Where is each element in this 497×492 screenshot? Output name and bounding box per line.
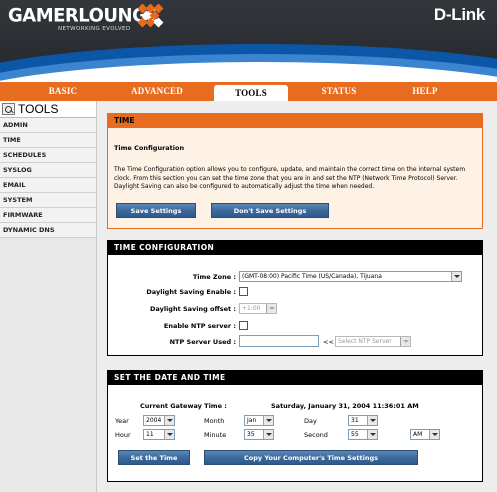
enable-ntp-checkbox[interactable] [239, 321, 248, 330]
time-panel: TIME Time Configuration The Time Configu… [107, 113, 483, 229]
ntp-copy-arrow: << [323, 338, 334, 346]
hour-select[interactable]: 11 [143, 429, 175, 440]
sidebar-item-dynamic-dns[interactable]: DYNAMIC DNS [0, 223, 96, 238]
date-time-title: SET THE DATE AND TIME [108, 371, 482, 385]
sidebar-item-schedules[interactable]: SCHEDULES [0, 148, 96, 163]
sidebar-item-time[interactable]: TIME [0, 133, 96, 148]
gateway-time-value: Saturday, January 31, 2004 11:36:01 AM [271, 402, 419, 410]
enable-ntp-label: Enable NTP server : [163, 322, 236, 330]
chevron-down-icon [266, 304, 276, 313]
chevron-down-icon [429, 430, 439, 439]
copy-computer-time-button[interactable]: Copy Your Computer's Time Settings [204, 450, 418, 465]
sidebar-item-firmware[interactable]: FIRMWARE [0, 208, 96, 223]
tab-tools[interactable]: TOOLS [214, 85, 288, 101]
year-select[interactable]: 2004 [143, 415, 175, 426]
set-the-time-button[interactable]: Set the Time [118, 450, 190, 465]
daylight-saving-offset-label: Daylight Saving offset : [150, 305, 236, 313]
ampm-select[interactable]: AM [410, 429, 440, 440]
main-content: TIME Time Configuration The Time Configu… [97, 101, 497, 492]
chevron-down-icon [451, 272, 461, 281]
header-banner: GAMERLOUNGE NETWORKING EVOLVED D-Link [0, 0, 497, 82]
chevron-down-icon [367, 416, 377, 425]
chevron-down-icon [164, 430, 174, 439]
logo-tagline: NETWORKING EVOLVED [58, 26, 131, 32]
sidebar-item-admin[interactable]: ADMIN [0, 118, 96, 133]
tab-advanced[interactable]: ADVANCED [118, 82, 196, 101]
chevron-down-icon [263, 416, 273, 425]
dlink-brand-logo: D-Link [433, 5, 485, 24]
chevron-down-icon [367, 430, 377, 439]
month-label: Month [204, 417, 225, 425]
daylight-saving-enable-label: Daylight Saving Enable : [146, 288, 236, 296]
chevron-down-icon [164, 416, 174, 425]
save-settings-button[interactable]: Save Settings [116, 203, 196, 218]
ntp-server-input[interactable] [239, 335, 319, 347]
gateway-time-label: Current Gateway Time : [140, 402, 227, 410]
gamerlounge-logo: GAMERLOUNGE [8, 4, 159, 27]
sidebar-item-system[interactable]: SYSTEM [0, 193, 96, 208]
day-label: Day [304, 417, 317, 425]
router-admin-page: GAMERLOUNGE NETWORKING EVOLVED D-Link BA… [0, 0, 497, 492]
dont-save-settings-button[interactable]: Don't Save Settings [211, 203, 329, 218]
sidebar-item-email[interactable]: EMAIL [0, 178, 96, 193]
time-zone-label: Time Zone : [192, 273, 236, 281]
ntp-server-used-label: NTP Server Used : [169, 338, 236, 346]
time-zone-select[interactable]: (GMT-08:00) Pacific Time (US/Canada), Ti… [239, 271, 462, 282]
minute-select[interactable]: 35 [244, 429, 274, 440]
time-configuration-panel: TIME CONFIGURATION Time Zone : (GMT-08:0… [107, 240, 483, 356]
daylight-saving-offset-select[interactable]: +1:00 [239, 303, 277, 314]
main-nav: BASIC ADVANCED TOOLS STATUS HELP [0, 82, 497, 101]
minute-label: Minute [204, 431, 227, 439]
tab-basic[interactable]: BASIC [28, 82, 98, 101]
sidebar: TOOLS ADMIN TIME SCHEDULES SYSLOG EMAIL … [0, 101, 97, 492]
sidebar-item-syslog[interactable]: SYSLOG [0, 163, 96, 178]
ntp-server-select[interactable]: Select NTP Server [335, 336, 411, 347]
chevron-down-icon [400, 337, 410, 346]
tab-help[interactable]: HELP [390, 82, 460, 101]
chevron-down-icon [263, 430, 273, 439]
date-time-panel: SET THE DATE AND TIME Current Gateway Ti… [107, 370, 483, 482]
tab-status[interactable]: STATUS [300, 82, 378, 101]
logo-mark-icon [137, 3, 165, 29]
time-panel-title: TIME [108, 114, 482, 128]
time-configuration-title: TIME CONFIGURATION [108, 241, 482, 255]
sidebar-header: TOOLS [0, 101, 96, 118]
hour-label: Hour [115, 431, 131, 439]
month-select[interactable]: Jan [244, 415, 274, 426]
time-config-heading: Time Configuration [114, 144, 185, 152]
magnifier-icon [2, 103, 15, 115]
time-description: The Time Configuration option allows you… [114, 166, 466, 190]
daylight-saving-enable-checkbox[interactable] [239, 287, 248, 296]
year-label: Year [115, 417, 129, 425]
second-label: Second [304, 431, 328, 439]
second-select[interactable]: 55 [348, 429, 378, 440]
sidebar-title: TOOLS [18, 102, 59, 116]
day-select[interactable]: 31 [348, 415, 378, 426]
